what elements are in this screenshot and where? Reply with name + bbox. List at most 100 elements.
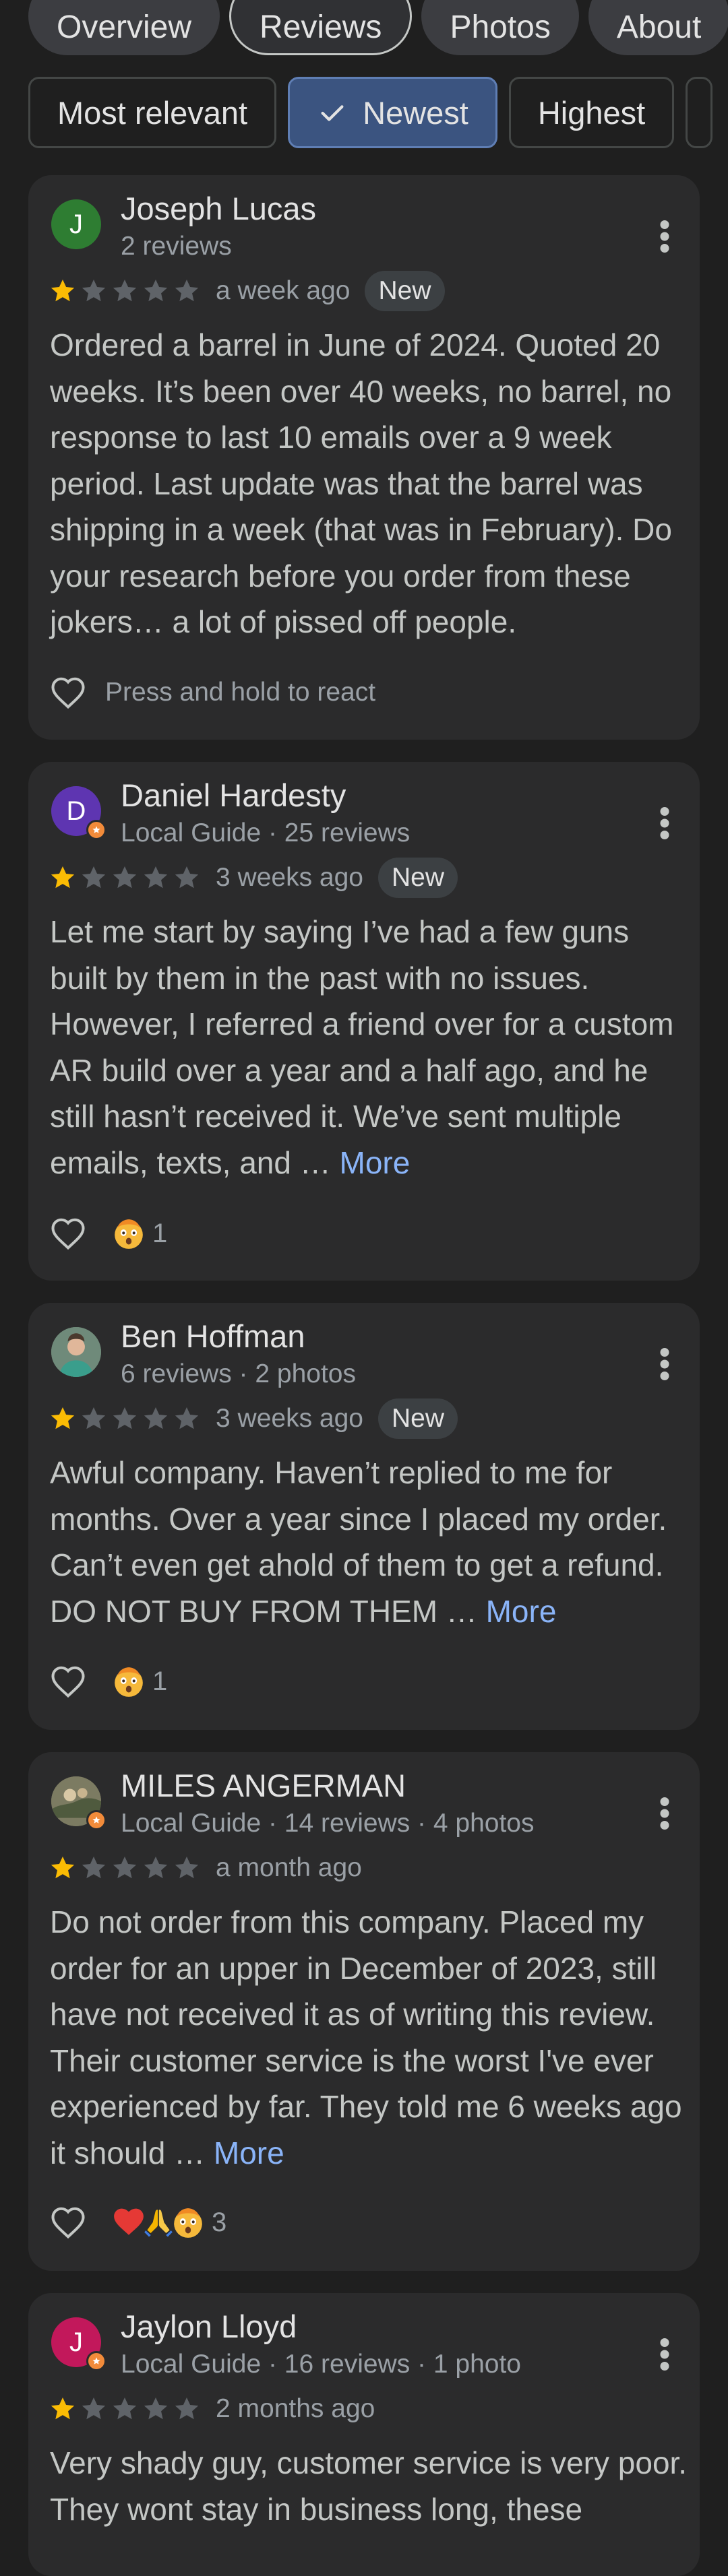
star-empty-icon <box>144 1857 168 1879</box>
avatar[interactable] <box>51 1327 101 1377</box>
star-empty-icon <box>113 1407 137 1429</box>
star-filled-icon <box>51 1857 75 1879</box>
tab-photos[interactable]: Photos <box>421 0 579 55</box>
star-empty-icon <box>82 280 106 302</box>
more-options-icon[interactable] <box>658 1347 671 1381</box>
reaction-row: 3 <box>50 2201 226 2244</box>
star-filled-icon <box>51 866 75 889</box>
review-card: J Jaylon Lloyd Local Guide · 16 reviews … <box>28 2293 700 2576</box>
reaction-emojis[interactable] <box>112 1665 146 1698</box>
sort-newest-chip[interactable]: Newest <box>288 77 497 148</box>
more-link[interactable]: More <box>214 2135 284 2170</box>
review-card: J Joseph Lucas 2 reviews a week ago New … <box>28 175 700 740</box>
review-sort-chips: Most relevant Newest Highest <box>28 77 713 148</box>
more-options-icon[interactable] <box>658 220 671 253</box>
star-empty-icon <box>175 1407 199 1429</box>
more-link[interactable]: More <box>340 1145 411 1180</box>
review-body: Awful company. Haven’t replied to me for… <box>50 1455 667 1629</box>
review-body: Do not order from this company. Placed m… <box>50 1904 682 2170</box>
star-rating <box>49 864 201 892</box>
star-empty-icon <box>82 866 106 889</box>
star-empty-icon <box>82 2397 106 2420</box>
heart-outline-icon[interactable] <box>50 2205 86 2239</box>
star-rating <box>49 2395 201 2423</box>
new-badge: New <box>377 858 458 898</box>
star-empty-icon <box>82 1407 106 1429</box>
sort-highest-chip[interactable]: Highest <box>508 77 675 148</box>
reviewer-name[interactable]: MILES ANGERMAN <box>121 1767 406 1804</box>
more-link[interactable]: More <box>486 1594 557 1629</box>
tab-overview[interactable]: Overview <box>28 0 220 55</box>
more-options-icon[interactable] <box>658 1797 671 1830</box>
star-empty-icon <box>82 1857 106 1879</box>
reaction-emojis[interactable] <box>112 2205 205 2239</box>
sort-most-relevant-chip[interactable]: Most relevant <box>28 77 277 148</box>
star-empty-icon <box>175 1857 199 1879</box>
review-card: MILES ANGERMAN Local Guide · 14 reviews … <box>28 1752 700 2271</box>
star-empty-icon <box>144 280 168 302</box>
tab-reviews[interactable]: Reviews <box>229 0 413 55</box>
reviewer-name[interactable]: Ben Hoffman <box>121 1318 305 1355</box>
review-text: Ordered a barrel in June of 2024. Quoted… <box>50 322 688 645</box>
avatar[interactable]: J <box>51 2317 107 2371</box>
heart-outline-icon[interactable] <box>50 1665 86 1698</box>
review-text: Awful company. Haven’t replied to me for… <box>50 1450 688 1634</box>
heart-outline-icon[interactable] <box>50 1217 86 1250</box>
heart-outline-icon[interactable] <box>50 676 86 709</box>
reaction-count: 1 <box>152 1218 168 1248</box>
reviewer-meta: Local Guide · 14 reviews · 4 photos <box>121 1809 535 1838</box>
star-empty-icon <box>175 280 199 302</box>
review-date: 3 weeks ago <box>216 863 363 892</box>
reviewer-name[interactable]: Joseph Lucas <box>121 190 316 227</box>
reaction-row: 1 <box>50 1660 167 1703</box>
avatar-letter: J <box>69 2327 83 2357</box>
reaction-row: Press and hold to react <box>50 671 375 714</box>
shocked-face-emoji <box>174 2208 202 2238</box>
star-rating <box>49 1405 201 1433</box>
star-empty-icon <box>113 866 137 889</box>
review-date: 2 months ago <box>216 2394 375 2423</box>
new-badge: New <box>365 271 445 311</box>
reviewer-name[interactable]: Daniel Hardesty <box>121 777 346 814</box>
more-options-icon[interactable] <box>658 806 671 840</box>
review-card: Ben Hoffman 6 reviews · 2 photos 3 weeks… <box>28 1303 700 1730</box>
review-date: a week ago <box>216 276 351 305</box>
check-icon <box>321 105 344 121</box>
avatar[interactable]: J <box>51 199 101 249</box>
star-rating <box>49 1854 201 1882</box>
review-body: Ordered a barrel in June of 2024. Quoted… <box>50 327 672 639</box>
review-body: Very shady guy, customer service is very… <box>50 2445 688 2527</box>
review-text: Do not order from this company. Placed m… <box>50 1899 688 2176</box>
star-empty-icon <box>144 2397 168 2420</box>
local-guide-badge-icon <box>86 2351 107 2371</box>
avatar[interactable]: D <box>51 786 107 840</box>
chip-label: Highest <box>537 94 646 131</box>
rating-row: 2 months ago <box>49 2387 375 2430</box>
star-filled-icon <box>51 280 75 302</box>
star-empty-icon <box>113 1857 137 1879</box>
star-empty-icon <box>175 866 199 889</box>
review-date: a month ago <box>216 1853 362 1882</box>
star-empty-icon <box>175 2397 199 2420</box>
rating-row: a month ago <box>49 1846 362 1890</box>
reaction-row: 1 <box>50 1212 167 1255</box>
reaction-count: 3 <box>212 2207 227 2237</box>
red-heart-emoji <box>114 2208 144 2235</box>
reviewer-name[interactable]: Jaylon Lloyd <box>121 2308 297 2345</box>
avatar[interactable] <box>51 1776 107 1830</box>
more-options-icon[interactable] <box>658 2338 671 2371</box>
rating-row: 3 weeks ago New <box>49 856 458 899</box>
local-guide-badge-icon <box>86 1810 107 1830</box>
reviewer-meta: 6 reviews · 2 photos <box>121 1359 357 1388</box>
chip-label: Most relevant <box>57 94 248 131</box>
chip-label: Newest <box>363 94 468 131</box>
shocked-face-emoji <box>115 1219 143 1249</box>
star-filled-icon <box>51 2397 75 2420</box>
review-body: Let me start by saying I’ve had a few gu… <box>50 914 674 1180</box>
star-filled-icon <box>51 1407 75 1429</box>
react-hint: Press and hold to react <box>105 678 376 707</box>
shocked-face-emoji <box>115 1667 143 1697</box>
sort-lowest-chip[interactable] <box>686 77 713 148</box>
tab-about[interactable]: About <box>588 0 728 55</box>
reaction-emojis[interactable] <box>112 1217 146 1250</box>
